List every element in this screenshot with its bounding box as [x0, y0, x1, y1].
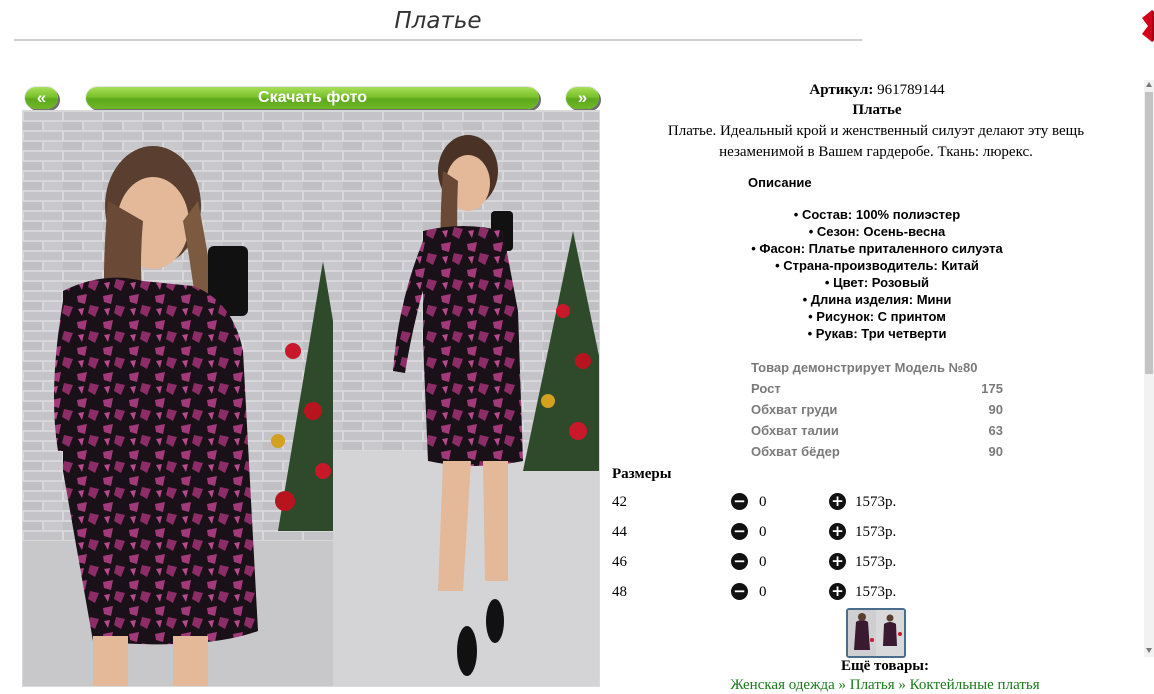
model-row: Обхват талии 63	[751, 420, 1003, 441]
model-row: Обхват бёдер 90	[751, 441, 1003, 462]
attribute-item: • Фасон: Платье приталенного силуэта	[751, 241, 1003, 256]
plus-circle-icon[interactable]: +	[829, 553, 846, 570]
product-name: Платье	[852, 102, 902, 118]
product-thumbnail[interactable]	[846, 608, 906, 658]
model-row-label: Рост	[751, 381, 781, 396]
minus-circle-icon[interactable]: −	[731, 493, 748, 510]
more-products-heading: Ещё товары:	[840, 658, 930, 674]
quantity-value: 0	[759, 584, 767, 600]
size-price: 1573р.	[855, 554, 897, 570]
size-price: 1573р.	[855, 584, 897, 600]
attribute-list: • Состав: 100% полиэстер • Сезон: Осень-…	[612, 206, 1142, 342]
plus-circle-icon[interactable]: +	[829, 493, 846, 510]
scroll-up-arrow-icon[interactable]	[1146, 82, 1152, 87]
size-value: 42	[612, 494, 627, 510]
title-divider	[14, 39, 862, 41]
minus-circle-icon[interactable]: −	[731, 553, 748, 570]
size-value: 46	[612, 554, 627, 570]
plus-circle-icon[interactable]: +	[829, 523, 846, 540]
attribute-item: • Рисунок: С принтом	[808, 309, 946, 324]
model-heading: Товар демонстрирует Модель №80	[751, 360, 978, 375]
size-price: 1573р.	[855, 494, 897, 510]
minus-circle-icon[interactable]: −	[731, 523, 748, 540]
plus-circle-icon[interactable]: +	[829, 583, 846, 600]
sizes-heading: Размеры	[612, 466, 672, 482]
attribute-item: • Страна-производитель: Китай	[775, 258, 979, 273]
product-photo	[22, 110, 600, 687]
download-photo-button[interactable]: Скачать фото	[86, 87, 539, 109]
size-value: 48	[612, 584, 627, 600]
model-row-value: 175	[981, 381, 1003, 396]
model-row-label: Обхват талии	[751, 423, 839, 438]
category-links[interactable]: Женская одежда » Платья » Коктейльные пл…	[612, 677, 1154, 694]
size-price: 1573р.	[855, 524, 897, 540]
quantity-value: 0	[759, 524, 767, 540]
attribute-item: • Состав: 100% полиэстер	[793, 207, 961, 222]
scrollbar-thumb[interactable]	[1145, 92, 1153, 374]
model-measurements: Товар демонстрирует Модель №80 Рост 175 …	[751, 357, 1003, 462]
attribute-item: • Рукав: Три четверти	[807, 326, 947, 341]
model-row: Обхват груди 90	[751, 399, 1003, 420]
sku-value: 961789144	[877, 82, 945, 98]
model-row: Рост 175	[751, 378, 1003, 399]
previous-photo-button[interactable]: «	[25, 87, 58, 109]
attribute-item: • Сезон: Осень-весна	[808, 224, 946, 239]
quantity-value: 0	[759, 494, 767, 510]
product-sku: Артикул: 961789144	[612, 82, 1142, 99]
scroll-down-arrow-icon[interactable]	[1146, 648, 1152, 653]
model-row-label: Обхват груди	[751, 402, 838, 417]
model-row-value: 90	[988, 444, 1003, 459]
size-value: 44	[612, 524, 627, 540]
sku-label: Артикул:	[809, 82, 874, 98]
product-description: Платье. Идеальный крой и женственный сил…	[667, 123, 1085, 160]
description-heading: Описание	[748, 175, 812, 190]
minus-circle-icon[interactable]: −	[731, 583, 748, 600]
quantity-value: 0	[759, 554, 767, 570]
model-row-value: 90	[988, 402, 1003, 417]
model-row-value: 63	[988, 423, 1003, 438]
next-photo-button[interactable]: »	[566, 87, 599, 109]
model-row-label: Обхват бёдер	[751, 444, 840, 459]
attribute-item: • Длина изделия: Мини	[802, 292, 952, 307]
page-title: Платье	[394, 8, 482, 34]
attribute-item: • Цвет: Розовый	[824, 275, 930, 290]
close-icon[interactable]	[1138, 10, 1154, 42]
